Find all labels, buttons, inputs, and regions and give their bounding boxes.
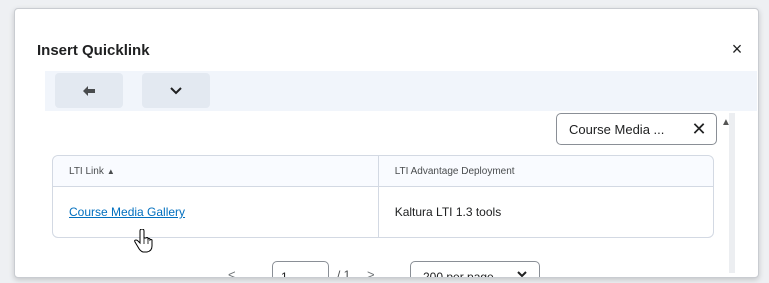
chevron-down-icon bbox=[170, 86, 182, 94]
scrollbar[interactable] bbox=[729, 113, 735, 273]
column-header-deployment[interactable]: LTI Advantage Deployment bbox=[377, 156, 713, 187]
search-input[interactable]: Course Media ... ✕ bbox=[556, 113, 717, 145]
column-header-lti-link[interactable]: LTI Link ▲ bbox=[53, 156, 378, 187]
chevron-down-icon bbox=[517, 271, 527, 277]
scroll-up-icon[interactable]: ▲ bbox=[721, 117, 731, 128]
quicklink-table: LTI Link ▲ LTI Advantage Deployment Cours… bbox=[52, 155, 714, 238]
course-media-gallery-link[interactable]: Course Media Gallery bbox=[69, 205, 185, 219]
next-page-button[interactable]: > bbox=[367, 267, 375, 277]
dialog-title: Insert Quicklink bbox=[37, 42, 150, 59]
search-value: Course Media ... bbox=[569, 121, 665, 137]
sort-ascending-icon: ▲ bbox=[106, 166, 115, 176]
dialog-toolbar bbox=[45, 71, 757, 111]
more-options-button[interactable] bbox=[142, 73, 210, 108]
page-number-input[interactable]: 1 bbox=[272, 261, 329, 277]
pagination: < 1 / 1 > 200 per page bbox=[15, 261, 758, 278]
back-arrow-icon bbox=[83, 85, 95, 96]
table-cell-deployment: Kaltura LTI 1.3 tools bbox=[377, 187, 713, 237]
table-cell-link: Course Media Gallery bbox=[53, 187, 378, 237]
clear-search-icon[interactable]: ✕ bbox=[690, 120, 708, 138]
insert-quicklink-dialog: Insert Quicklink × Course Media ... ✕ ▲ … bbox=[14, 8, 759, 278]
previous-page-button[interactable]: < bbox=[228, 267, 236, 277]
close-dialog-button[interactable]: × bbox=[727, 39, 747, 59]
page-total: / 1 bbox=[337, 268, 351, 278]
page-size-select[interactable]: 200 per page bbox=[410, 261, 540, 277]
back-button[interactable] bbox=[55, 73, 123, 108]
hand-pointer-icon bbox=[134, 229, 153, 253]
